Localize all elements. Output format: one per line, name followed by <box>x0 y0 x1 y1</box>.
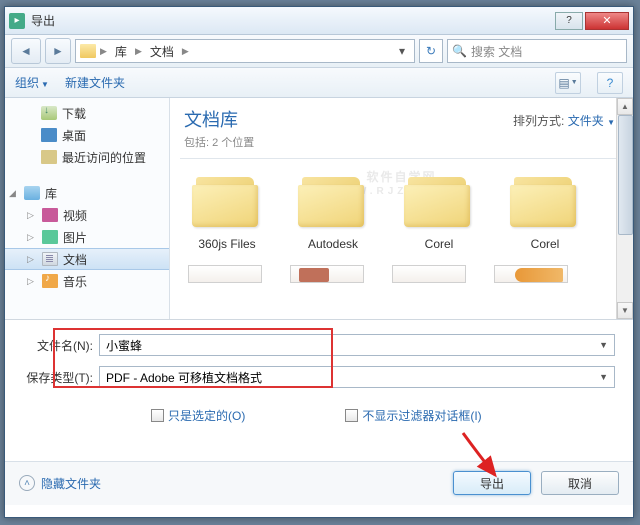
sidebar-item-videos[interactable]: ▷视频 <box>5 204 169 226</box>
folder-item[interactable]: Autodesk <box>294 171 372 251</box>
toolbar: 组织▼ 新建文件夹 ▤▼ ? <box>5 68 633 98</box>
sidebar: 下载 桌面 最近访问的位置 ◢库 ▷视频 ▷图片 ▷文档 ▷音乐 <box>5 98 170 319</box>
recent-icon <box>41 150 57 164</box>
filetype-select[interactable]: PDF - Adobe 可移植文档格式▼ <box>99 366 615 388</box>
form-area: 文件名(N): 小蜜蜂▼ 保存类型(T): PDF - Adobe 可移植文档格… <box>5 320 633 461</box>
folder-icon <box>190 171 264 231</box>
file-thumb[interactable] <box>392 265 466 283</box>
desktop-icon <box>41 128 57 142</box>
sidebar-item-desktop[interactable]: 桌面 <box>5 124 169 146</box>
search-input[interactable]: 🔍 搜索 文档 <box>447 39 627 63</box>
help-button[interactable]: ? <box>555 12 583 30</box>
view-button[interactable]: ▤▼ <box>555 72 581 94</box>
sidebar-item-music[interactable]: ▷音乐 <box>5 270 169 292</box>
export-dialog: ▸ 导出 ? ✕ ◄ ► ▶ 库 ▶ 文档 ▶ ▾ ↻ 🔍 搜索 文档 组织▼ … <box>4 6 634 518</box>
filetype-label: 保存类型(T): <box>23 369 99 386</box>
document-icon <box>42 252 58 266</box>
folder-item[interactable]: Corel <box>400 171 478 251</box>
new-folder-button[interactable]: 新建文件夹 <box>65 74 125 91</box>
pane-subtitle: 包括: 2 个位置 <box>184 134 619 150</box>
file-thumb[interactable] <box>188 265 262 283</box>
hide-folders-link[interactable]: ˄ 隐藏文件夹 <box>19 475 101 492</box>
expand-icon[interactable]: ▷ <box>27 254 37 265</box>
export-button[interactable]: 导出 <box>453 471 531 495</box>
filename-label: 文件名(N): <box>23 337 99 354</box>
chevron-right-icon: ▶ <box>135 46 142 57</box>
expand-icon[interactable]: ◢ <box>9 188 19 199</box>
music-icon <box>42 274 58 288</box>
search-placeholder: 搜索 文档 <box>471 43 522 60</box>
scroll-down-button[interactable]: ▼ <box>617 302 633 319</box>
forward-button[interactable]: ► <box>45 38 71 64</box>
file-thumb[interactable] <box>290 265 364 283</box>
picture-icon <box>42 230 58 244</box>
refresh-button[interactable]: ↻ <box>419 39 443 63</box>
sidebar-item-downloads[interactable]: 下载 <box>5 102 169 124</box>
sidebar-item-pictures[interactable]: ▷图片 <box>5 226 169 248</box>
back-button[interactable]: ◄ <box>11 38 41 64</box>
expand-icon[interactable]: ▷ <box>27 210 37 221</box>
folder-item[interactable]: 360js Files <box>188 171 266 251</box>
file-thumb[interactable] <box>494 265 568 283</box>
library-icon <box>24 186 40 200</box>
checkbox-icon <box>151 409 164 422</box>
dropdown-icon[interactable]: ▼ <box>599 372 608 382</box>
chevron-right-icon: ▶ <box>182 46 189 57</box>
nav-bar: ◄ ► ▶ 库 ▶ 文档 ▶ ▾ ↻ 🔍 搜索 文档 <box>5 35 633 68</box>
breadcrumb-seg[interactable]: 库 <box>111 41 131 62</box>
expand-icon[interactable]: ▷ <box>27 276 37 287</box>
breadcrumb-seg[interactable]: 文档 <box>146 41 178 62</box>
folder-icon <box>296 171 370 231</box>
folder-icon <box>80 44 96 58</box>
chevron-right-icon: ▶ <box>100 46 107 57</box>
scroll-up-button[interactable]: ▲ <box>617 98 633 115</box>
organize-menu[interactable]: 组织▼ <box>15 74 49 91</box>
download-icon <box>41 106 57 120</box>
help-icon[interactable]: ? <box>597 72 623 94</box>
sort-row: 排列方式: 文件夹 ▼ <box>513 112 615 129</box>
titlebar: ▸ 导出 ? ✕ <box>5 7 633 35</box>
divider <box>180 158 623 159</box>
scroll-thumb[interactable] <box>618 115 633 235</box>
window-title: 导出 <box>31 12 553 29</box>
video-icon <box>42 208 58 222</box>
file-pane: 文档库 包括: 2 个位置 排列方式: 文件夹 ▼ 软件自学网 WWW.RJZX… <box>170 98 633 319</box>
folder-icon <box>402 171 476 231</box>
sort-dropdown[interactable]: 文件夹 ▼ <box>568 114 615 128</box>
folder-icon <box>508 171 582 231</box>
sidebar-item-documents[interactable]: ▷文档 <box>5 248 169 270</box>
selected-only-checkbox[interactable]: 只是选定的(O) <box>151 408 245 425</box>
filename-input[interactable]: 小蜜蜂▼ <box>99 334 615 356</box>
address-bar[interactable]: ▶ 库 ▶ 文档 ▶ ▾ <box>75 39 415 63</box>
app-icon: ▸ <box>9 13 25 29</box>
dropdown-icon[interactable]: ▼ <box>599 340 608 350</box>
expand-icon[interactable]: ▷ <box>27 232 37 243</box>
chevron-up-icon: ˄ <box>19 475 35 491</box>
sidebar-item-recent[interactable]: 最近访问的位置 <box>5 146 169 168</box>
checkbox-icon <box>345 409 358 422</box>
search-icon: 🔍 <box>452 44 467 58</box>
address-dropdown-icon[interactable]: ▾ <box>394 44 410 58</box>
no-filter-checkbox[interactable]: 不显示过滤器对话框(I) <box>345 408 481 425</box>
cancel-button[interactable]: 取消 <box>541 471 619 495</box>
sidebar-item-libraries[interactable]: ◢库 <box>5 182 169 204</box>
folder-item[interactable]: Corel <box>506 171 584 251</box>
close-button[interactable]: ✕ <box>585 12 629 30</box>
scrollbar[interactable]: ▲ ▼ <box>616 98 633 319</box>
footer: ˄ 隐藏文件夹 导出 取消 <box>5 461 633 505</box>
